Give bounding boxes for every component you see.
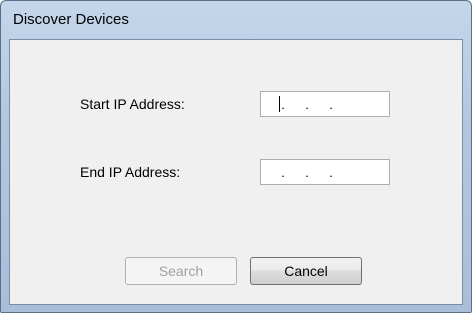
ip-separator: .: [305, 96, 309, 112]
end-ip-label: End IP Address:: [80, 164, 181, 180]
start-ip-input[interactable]: . . .: [260, 91, 390, 117]
dialog-title: Discover Devices: [13, 11, 129, 28]
ip-separator: .: [305, 164, 309, 180]
ip-separator: .: [281, 96, 285, 112]
text-caret: [279, 96, 280, 112]
ip-separator: .: [329, 164, 333, 180]
ip-separator: .: [329, 96, 333, 112]
start-ip-label: Start IP Address:: [80, 96, 185, 112]
cancel-button[interactable]: Cancel: [250, 257, 362, 285]
title-bar[interactable]: Discover Devices: [1, 1, 471, 35]
search-button[interactable]: Search: [125, 257, 237, 285]
discover-devices-dialog: Discover Devices Start IP Address: . . .…: [0, 0, 472, 313]
dialog-body: Start IP Address: . . . End IP Address: …: [9, 39, 463, 305]
end-ip-input[interactable]: . . .: [260, 159, 390, 185]
ip-separator: .: [281, 164, 285, 180]
